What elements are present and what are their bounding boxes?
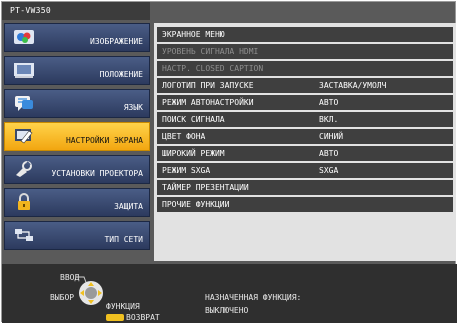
row-value: АВТО	[319, 98, 339, 107]
row-label: ТАЙМЕР ПРЕЗЕНТАЦИИ	[162, 183, 249, 192]
language-icon	[13, 94, 35, 112]
help-bar: ВВОД ВЫБОР ФУНКЦИЯ ВОЗВРАТ НАЗНАЧЕННАЯ Ф…	[2, 264, 457, 323]
function-hint: ФУНКЦИЯ	[106, 302, 140, 311]
menu-item-label: ЗАЩИТА	[114, 202, 143, 211]
menu-item-label: УСТАНОВКИ ПРОЕКТОРА	[51, 169, 143, 178]
row-value: АВТО	[319, 149, 339, 158]
submenu-row-auto-setup[interactable]: РЕЖИМ АВТОНАСТРОЙКИ АВТО	[157, 95, 453, 110]
row-label: ШИРОКИЙ РЕЖИМ	[162, 149, 225, 158]
row-label: УРОВЕНЬ СИГНАЛА HDMI	[162, 47, 259, 56]
dpad-icon	[78, 280, 104, 306]
select-hint: ВЫБОР	[50, 293, 75, 302]
model-title: PT-VW350	[2, 2, 150, 20]
menu-item-label: ИЗОБРАЖЕНИЕ	[90, 37, 143, 46]
submenu-row-closed-caption: НАСТР. CLOSED CAPTION	[157, 61, 453, 76]
submenu-row-other-functions[interactable]: ПРОЧИЕ ФУНКЦИИ	[157, 197, 453, 212]
submenu-panel: ЭКРАННОЕ МЕНЮ УРОВЕНЬ СИГНАЛА HDMI НАСТР…	[154, 23, 456, 261]
submenu-row-hdmi-level: УРОВЕНЬ СИГНАЛА HDMI	[157, 44, 453, 59]
row-value: ВКЛ.	[319, 115, 339, 124]
row-label: РЕЖИМ АВТОНАСТРОЙКИ	[162, 98, 254, 107]
back-hint: ВОЗВРАТ	[126, 313, 160, 322]
menu-item-label: ТИП СЕТИ	[104, 235, 143, 244]
submenu-row-osd[interactable]: ЭКРАННОЕ МЕНЮ	[157, 27, 453, 42]
submenu-row-startup-logo[interactable]: ЛОГОТИП ПРИ ЗАПУСКЕ ЗАСТАВКА/УМОЛЧ	[157, 78, 453, 93]
menu-item-image[interactable]: ИЗОБРАЖЕНИЕ	[4, 23, 150, 52]
menu-item-position[interactable]: ПОЛОЖЕНИЕ	[4, 56, 150, 85]
projector-menu: PT-VW350 ИЗОБРАЖЕНИЕ ПОЛОЖЕНИЕ ЯЗЫК НАСТ…	[1, 1, 457, 323]
menu-item-label: ЯЗЫК	[123, 103, 143, 112]
lock-icon	[13, 193, 35, 211]
assigned-function-label: НАЗНАЧЕННАЯ ФУНКЦИЯ:	[205, 293, 302, 302]
assigned-function-value: ВЫКЛЮЧЕНО	[205, 306, 249, 315]
submenu-row-wide-mode[interactable]: ШИРОКИЙ РЕЖИМ АВТО	[157, 146, 453, 161]
position-icon	[13, 61, 35, 79]
row-label: ПОИСК СИГНАЛА	[162, 115, 225, 124]
submenu-row-signal-search[interactable]: ПОИСК СИГНАЛА ВКЛ.	[157, 112, 453, 127]
row-value: ЗАСТАВКА/УМОЛЧ	[319, 81, 387, 90]
main-menu: ИЗОБРАЖЕНИЕ ПОЛОЖЕНИЕ ЯЗЫК НАСТРОЙКИ ЭКР…	[4, 23, 150, 254]
submenu-row-sxga-mode[interactable]: РЕЖИМ SXGA SXGA	[157, 163, 453, 178]
menu-item-label: НАСТРОЙКИ ЭКРАНА	[65, 136, 143, 145]
menu-item-security[interactable]: ЗАЩИТА	[4, 188, 150, 217]
row-label: РЕЖИМ SXGA	[162, 166, 211, 175]
row-value: SXGA	[319, 166, 339, 175]
display-settings-icon	[13, 127, 35, 145]
submenu-row-back-color[interactable]: ЦВЕТ ФОНА СИНИЙ	[157, 129, 453, 144]
network-icon	[13, 226, 35, 244]
row-value: СИНИЙ	[319, 132, 344, 141]
submenu-row-presentation-timer[interactable]: ТАЙМЕР ПРЕЗЕНТАЦИИ	[157, 180, 453, 195]
menu-item-network[interactable]: ТИП СЕТИ	[4, 221, 150, 250]
menu-item-display-settings[interactable]: НАСТРОЙКИ ЭКРАНА	[4, 122, 150, 151]
row-label: ПРОЧИЕ ФУНКЦИИ	[162, 200, 230, 209]
row-label: ЦВЕТ ФОНА	[162, 132, 206, 141]
back-button-icon	[106, 314, 124, 321]
row-label: ЛОГОТИП ПРИ ЗАПУСКЕ	[162, 81, 254, 90]
menu-item-language[interactable]: ЯЗЫК	[4, 89, 150, 118]
menu-item-label: ПОЛОЖЕНИЕ	[99, 70, 143, 79]
row-label: ЭКРАННОЕ МЕНЮ	[162, 30, 225, 39]
menu-item-projector-settings[interactable]: УСТАНОВКИ ПРОЕКТОРА	[4, 155, 150, 184]
projector-settings-icon	[13, 160, 35, 178]
image-icon	[13, 28, 35, 46]
row-label: НАСТР. CLOSED CAPTION	[162, 64, 264, 73]
